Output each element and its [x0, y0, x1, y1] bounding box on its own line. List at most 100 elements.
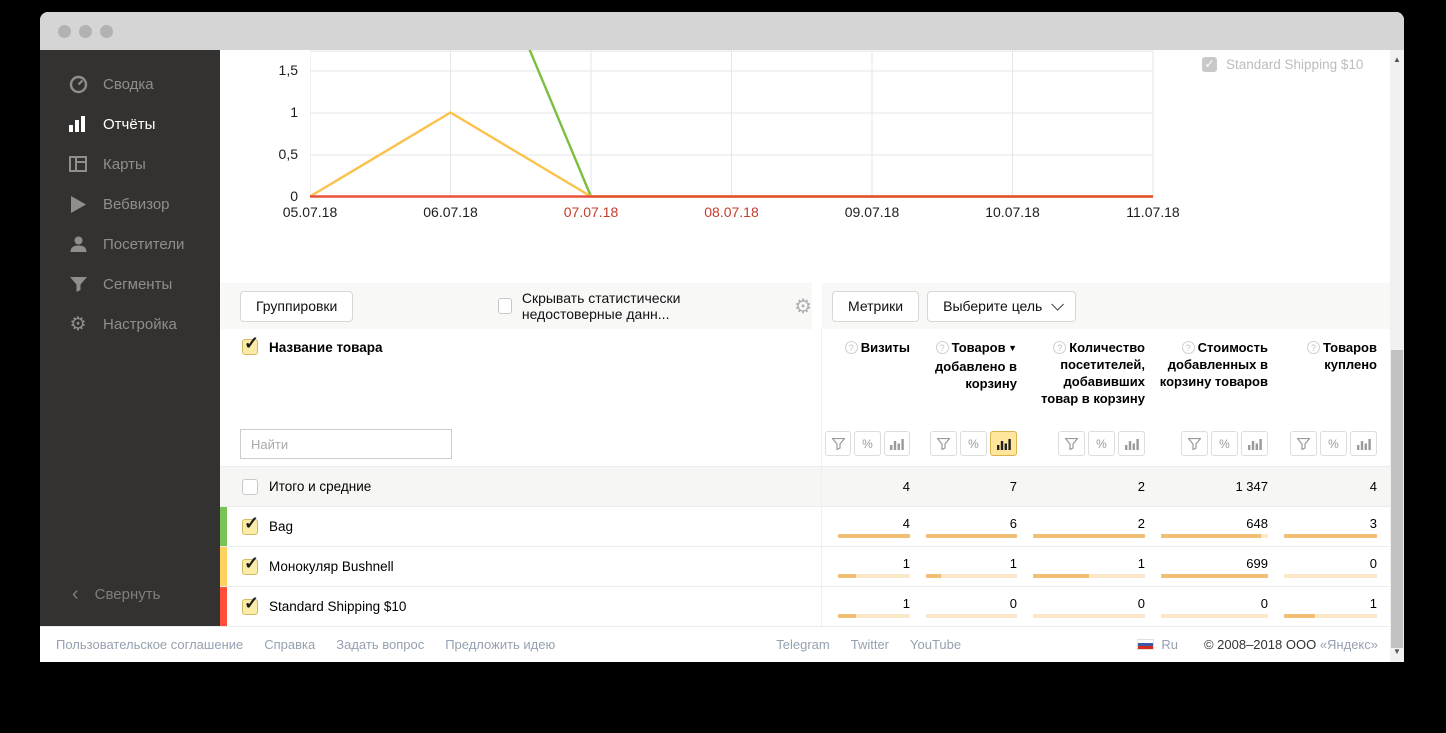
copyright-org-link[interactable]: «Яндекс»	[1320, 637, 1378, 652]
metrics-button[interactable]: Метрики	[832, 290, 920, 322]
play-icon	[68, 194, 88, 214]
y-axis-tick: 1,5	[278, 62, 298, 78]
value-bar	[1033, 613, 1145, 618]
help-icon[interactable]: ?	[1053, 341, 1067, 354]
help-icon[interactable]: ?	[1181, 341, 1195, 354]
footer-social-link[interactable]: Telegram	[776, 637, 829, 652]
row-checkbox-unchecked[interactable]	[242, 478, 258, 495]
scroll-up-arrow[interactable]: ▲	[1390, 53, 1404, 67]
metric-value-cell: 0	[910, 596, 1017, 618]
metric-value: 6	[1009, 515, 1017, 531]
vertical-scrollbar[interactable]: ▲ ▼	[1390, 50, 1404, 662]
window-control-dot[interactable]	[79, 24, 92, 38]
value-bar	[1284, 573, 1377, 578]
chart-legend-item[interactable]: ✓ Standard Shipping $10	[1202, 57, 1363, 72]
value-bar	[1161, 613, 1268, 618]
main-content: 1,5 1 0,5 0 05.07.18 06.07.18 07.07.18 08.07.1…	[220, 50, 1390, 626]
bars-filter-button[interactable]	[883, 431, 910, 456]
row-checkbox-checked[interactable]	[242, 513, 259, 535]
help-icon[interactable]: ?	[1307, 341, 1320, 354]
select-goal-dropdown[interactable]: Выберите цель	[927, 290, 1077, 322]
x-axis-date-label: 05.07.18	[282, 204, 338, 220]
filter-filter-button[interactable]	[825, 431, 852, 456]
percent-filter-button[interactable]: %	[1320, 431, 1347, 456]
metric-column-header[interactable]: ? Товаров ▼ добавлено в корзину	[910, 329, 1017, 407]
bars-filter-button[interactable]	[1241, 431, 1268, 456]
sidebar-item-gear[interactable]: ⚙ Настройка	[40, 304, 220, 344]
footer-social-link[interactable]: YouTube	[910, 637, 961, 652]
hide-unreliable-checkbox-group[interactable]: Скрывать статистически недостоверные дан…	[498, 290, 776, 322]
row-checkbox-checked[interactable]	[242, 553, 259, 575]
footer-link[interactable]: Предложить идею	[445, 637, 555, 652]
percent-filter-button[interactable]: %	[854, 431, 881, 456]
value-bar	[926, 573, 1017, 578]
legend-checkbox-checked[interactable]: ✓	[1202, 57, 1217, 72]
settings-gear-icon[interactable]: ⚙	[794, 294, 812, 319]
sidebar-item-maps[interactable]: Карты	[40, 144, 220, 184]
help-icon[interactable]: ?	[844, 341, 858, 354]
sidebar-item-label: Сегменты	[103, 275, 173, 293]
metric-value: 0	[1260, 595, 1268, 611]
bars-filter-button[interactable]	[1350, 431, 1377, 456]
sort-descending-icon: ▼	[1005, 343, 1017, 353]
table-row: Монокуляр Bushnell 1 1 1 699 0	[220, 546, 1390, 586]
footer-social-link[interactable]: Twitter	[851, 637, 889, 652]
hide-unreliable-checkbox[interactable]	[498, 298, 512, 314]
percent-filter-button[interactable]: %	[960, 431, 987, 456]
percent-filter-button[interactable]: %	[1211, 431, 1238, 456]
language-label: Ru	[1161, 637, 1178, 652]
metric-column-label-rest: посетителей, добавивших товар в корзину	[1041, 357, 1145, 406]
metric-column-header[interactable]: ? Товаров куплено	[1268, 329, 1377, 407]
scrollbar-thumb[interactable]	[1391, 350, 1403, 648]
footer-link[interactable]: Задать вопрос	[336, 637, 424, 652]
copyright: © 2008–2018 ООО «Яндекс»	[1204, 637, 1378, 652]
funnel-icon	[68, 274, 88, 294]
name-column-checkbox[interactable]	[242, 333, 259, 355]
row-label: Итого и средние	[269, 479, 372, 494]
scroll-down-arrow[interactable]: ▼	[1390, 645, 1404, 659]
row-checkbox-checked[interactable]	[242, 593, 259, 615]
metric-value: 4	[902, 515, 910, 531]
language-switcher[interactable]: Ru	[1137, 637, 1178, 652]
search-input[interactable]	[240, 429, 452, 459]
sidebar-item-person[interactable]: Посетители	[40, 224, 220, 264]
metric-column-label-rest: куплено	[1324, 357, 1377, 372]
sidebar-item-dashboard[interactable]: Сводка	[40, 64, 220, 104]
copyright-text: © 2008–2018 ООО	[1203, 637, 1317, 652]
bars-filter-button[interactable]	[1118, 431, 1145, 456]
metric-value: 2	[1137, 515, 1145, 531]
row-label: Bag	[269, 519, 294, 534]
row-label: Standard Shipping $10	[269, 599, 407, 614]
metric-column-label: Стоимость	[1197, 340, 1268, 355]
metric-value-cell: 1 347	[1145, 479, 1268, 494]
sidebar-collapse-button[interactable]: ‹ Свернуть	[40, 576, 220, 612]
filter-filter-button[interactable]	[1181, 431, 1208, 456]
window-control-dot[interactable]	[58, 24, 71, 38]
maps-icon	[68, 154, 88, 174]
legend-label: Standard Shipping $10	[1226, 57, 1364, 72]
filter-filter-button[interactable]	[1058, 431, 1085, 456]
metric-column-header[interactable]: ? Количество посетителей, добавивших това…	[1017, 329, 1145, 407]
metric-column-label-rest: добавленных в корзину товаров	[1159, 357, 1268, 389]
table-row: Bag 4 6 2 648 3	[220, 506, 1390, 546]
filter-filter-button[interactable]	[1290, 431, 1317, 456]
help-icon[interactable]: ?	[935, 341, 949, 354]
percent-filter-button[interactable]: %	[1088, 431, 1115, 456]
groupings-button[interactable]: Группировки	[240, 290, 354, 322]
sidebar-item-bar-chart[interactable]: Отчёты	[40, 104, 220, 144]
bars-filter-button[interactable]	[990, 431, 1017, 456]
name-column-header: Название товара	[269, 339, 383, 355]
value-bar	[1033, 573, 1145, 578]
y-axis-tick: 1	[290, 104, 298, 120]
column-filter-group: %	[1145, 431, 1268, 456]
sidebar-item-funnel[interactable]: Сегменты	[40, 264, 220, 304]
window-control-dot[interactable]	[100, 24, 113, 38]
x-axis-date-label: 11.07.18	[1126, 204, 1180, 220]
metric-column-header[interactable]: ? Визиты	[822, 329, 910, 407]
footer-link[interactable]: Пользовательское соглашение	[56, 637, 243, 652]
value-bar-fill	[838, 613, 856, 618]
sidebar-item-play[interactable]: Вебвизор	[40, 184, 220, 224]
footer-link[interactable]: Справка	[264, 637, 315, 652]
metric-column-header[interactable]: ? Стоимость добавленных в корзину товаров	[1145, 329, 1268, 407]
filter-filter-button[interactable]	[930, 431, 957, 456]
